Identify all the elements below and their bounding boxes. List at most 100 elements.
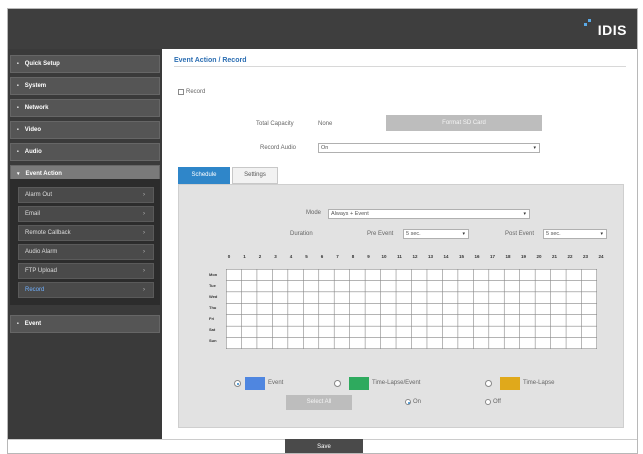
hour-label: 18 (505, 254, 511, 259)
menu-label: Audio (24, 149, 42, 155)
menu-system[interactable]: • System (10, 77, 160, 95)
submenu-label: Audio Alarm (25, 249, 58, 255)
logo-mark-icon (584, 19, 591, 26)
hour-label: 14 (443, 254, 449, 259)
hour-label: 5 (305, 254, 308, 259)
schedule-panel: Mode Always + Event ▾ Duration Pre Event … (178, 184, 624, 428)
post-event-value: 5 sec. (546, 231, 561, 237)
submenu-label: Alarm Out (25, 192, 53, 198)
post-event-select[interactable]: 5 sec. ▾ (543, 229, 607, 239)
legend-event-radio[interactable] (234, 380, 241, 387)
day-label: Wed (209, 294, 218, 299)
submenu-remote-callback[interactable]: Remote Callback › (18, 225, 154, 241)
record-audio-select[interactable]: On ▾ (318, 143, 540, 153)
top-bar: IDIS (8, 9, 637, 49)
legend-timelapse-swatch (500, 377, 520, 390)
format-sd-card-button[interactable]: Format SD Card (386, 115, 542, 131)
hour-labels: 0 1 2 3 4 5 6 7 8 9 10 11 12 13 14 15 16… (221, 254, 604, 262)
brand-logo: IDIS (597, 22, 627, 38)
schedule-grid[interactable] (226, 269, 597, 349)
hour-label: 4 (289, 254, 293, 259)
hour-label: 22 (567, 254, 573, 259)
legend-timelapse-radio[interactable] (485, 380, 492, 387)
legend-event-label: Event (268, 380, 284, 386)
hour-label: 9 (367, 254, 370, 259)
on-radio-label: On (413, 399, 422, 405)
chevron-right-icon: › (143, 249, 145, 255)
hour-label: 17 (489, 254, 495, 259)
menu-event[interactable]: • Event (10, 315, 160, 333)
submenu-ftp-upload[interactable]: FTP Upload › (18, 263, 154, 279)
menu-audio[interactable]: • Audio (10, 143, 160, 161)
chevron-right-icon: › (143, 268, 145, 274)
submenu-email[interactable]: Email › (18, 206, 154, 222)
legend-timelapse-label: Time-Lapse (523, 380, 555, 386)
select-all-button[interactable]: Select All (286, 395, 352, 410)
day-label: Fri (209, 316, 215, 321)
submenu-record[interactable]: Record › (18, 282, 154, 298)
hour-label: 12 (412, 254, 418, 259)
hour-label: 0 (227, 254, 231, 259)
pre-event-select[interactable]: 5 sec. ▾ (403, 229, 469, 239)
legend-event-swatch (245, 377, 265, 390)
submenu-label: Record (25, 287, 45, 293)
legend-timelapse-event-radio[interactable] (334, 380, 341, 387)
legend-timelapse-event-label: Time-Lapse/Event (372, 380, 421, 386)
menu-label: Event Action (25, 171, 62, 177)
legend-timelapse-event-swatch (349, 377, 369, 390)
day-label: Tue (209, 283, 216, 288)
mode-select[interactable]: Always + Event ▾ (328, 209, 530, 219)
save-button[interactable]: Save (285, 439, 363, 453)
day-label: Sat (209, 327, 216, 332)
pre-event-label: Pre Event (367, 231, 394, 237)
submenu-alarm-out[interactable]: Alarm Out › (18, 187, 154, 203)
menu-bullet-icon: • (17, 149, 19, 155)
hour-label: 15 (458, 254, 464, 259)
menu-video[interactable]: • Video (10, 121, 160, 139)
menu-quick-setup[interactable]: • Quick Setup (10, 55, 160, 73)
chevron-right-icon: › (143, 230, 145, 236)
hour-label: 21 (551, 254, 557, 259)
record-checkbox-label: Record (186, 89, 206, 95)
page-title: Event Action / Record (174, 57, 247, 64)
menu-bullet-icon: • (17, 321, 19, 327)
hour-label: 11 (397, 254, 402, 259)
submenu-label: Email (25, 211, 41, 217)
sidebar: • Quick Setup • System • Network • Video • Au… (8, 49, 162, 439)
tab-schedule[interactable]: Schedule (178, 167, 230, 184)
chevron-down-icon: ▾ (523, 211, 526, 217)
record-audio-label: Record Audio (260, 145, 297, 151)
submenu-label: FTP Upload (25, 268, 57, 274)
off-radio[interactable] (485, 399, 491, 405)
mode-label: Mode (306, 210, 322, 216)
pre-event-value: 5 sec. (406, 231, 421, 237)
duration-label: Duration (290, 231, 313, 237)
submenu-audio-alarm[interactable]: Audio Alarm › (18, 244, 154, 260)
tab-settings[interactable]: Settings (232, 167, 278, 184)
hour-label: 2 (258, 254, 262, 259)
schedule-grid-svg[interactable] (226, 269, 597, 349)
day-label: Mon (209, 272, 218, 277)
menu-label: Video (24, 127, 41, 133)
total-capacity-value: None (318, 121, 333, 127)
hour-label: 6 (320, 254, 324, 259)
hour-label: 24 (598, 254, 604, 259)
hour-label: 23 (582, 254, 588, 259)
main-content: Event Action / Record Record Total Capac… (162, 49, 637, 439)
hour-label: 20 (536, 254, 542, 259)
hour-label: 8 (351, 254, 355, 259)
on-radio[interactable] (405, 399, 411, 405)
chevron-right-icon: › (143, 211, 145, 217)
menu-bullet-icon: • (17, 105, 19, 111)
record-checkbox[interactable] (178, 89, 184, 95)
hour-label: 13 (427, 254, 433, 259)
hour-label: 7 (336, 254, 339, 259)
day-label: Thu (209, 305, 217, 310)
hour-label: 10 (381, 254, 387, 259)
total-capacity-label: Total Capacity (256, 121, 294, 127)
day-labels: Mon Tue Wed Thu Fri Sat Sun (209, 272, 225, 352)
event-action-submenu: Alarm Out › Email › Remote Callback › Audio… (10, 179, 160, 305)
menu-label: System (24, 83, 47, 89)
menu-network[interactable]: • Network (10, 99, 160, 117)
record-audio-value: On (321, 145, 329, 151)
